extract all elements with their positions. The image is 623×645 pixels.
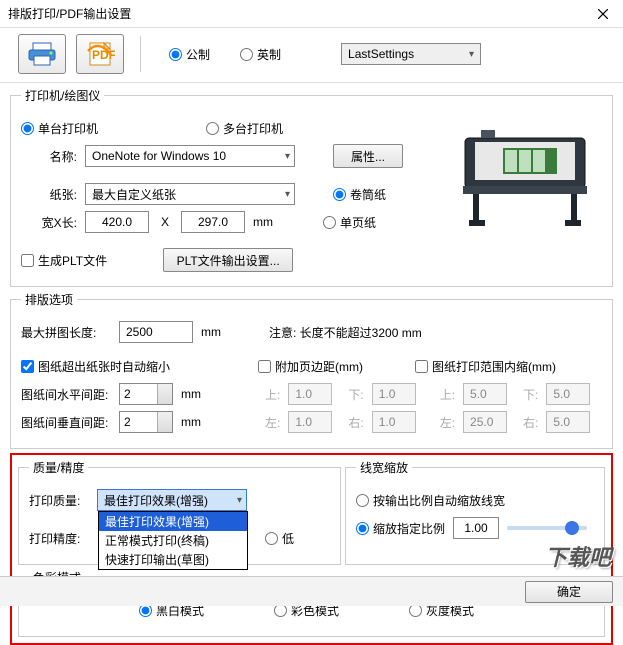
inner-left-label: 左:: [440, 414, 455, 431]
pdf-icon-button[interactable]: PDF: [76, 34, 124, 74]
inner-top-label: 上:: [440, 386, 455, 403]
pdf-icon: PDF: [85, 41, 115, 67]
multi-printer-radio[interactable]: 多台打印机: [206, 120, 283, 137]
printer-name-label: 名称:: [21, 148, 77, 165]
units-metric-label: 公制: [186, 46, 210, 63]
add-margin-checkbox[interactable]: 附加页边距(mm): [258, 358, 363, 375]
wxh-label: 宽X长:: [21, 214, 77, 231]
printer-illustration: [445, 120, 605, 230]
quality-legend: 质量/精度: [29, 459, 88, 476]
toolbar-divider: [140, 36, 141, 72]
footer: 确定: [0, 576, 623, 606]
quality-option-0[interactable]: 最佳打印效果(增强): [99, 512, 247, 531]
mm-label: mm: [253, 215, 273, 229]
layout-legend: 排版选项: [21, 291, 77, 308]
quality-option-1[interactable]: 正常模式打印(终稿): [99, 531, 247, 550]
print-precision-label: 打印精度:: [29, 530, 89, 547]
margin-right-label: 右:: [348, 414, 363, 431]
margin-top-label: 上:: [265, 386, 280, 403]
max-collage-label: 最大拼图长度:: [21, 324, 111, 341]
linewidth-auto-radio[interactable]: 按输出比例自动缩放线宽: [356, 492, 505, 509]
max-collage-note: 注意: 长度不能超过3200 mm: [269, 324, 422, 341]
inner-bottom-label: 下:: [523, 386, 538, 403]
properties-button[interactable]: 属性...: [333, 144, 403, 168]
vspace-label: 图纸间垂直间距:: [21, 414, 111, 431]
inner-shrink-checkbox[interactable]: 图纸打印范围内缩(mm): [415, 358, 556, 375]
units-imperial-label: 英制: [257, 46, 281, 63]
inner-right-label: 右:: [523, 414, 538, 431]
slider-thumb[interactable]: [565, 521, 579, 535]
paper-label: 纸张:: [21, 186, 77, 203]
max-collage-input[interactable]: 2500: [119, 321, 193, 343]
gen-plt-checkbox[interactable]: 生成PLT文件: [21, 252, 107, 269]
window-title: 排版打印/PDF输出设置: [8, 5, 131, 22]
printer-icon: [27, 41, 57, 67]
hspace-label: 图纸间水平间距:: [21, 386, 111, 403]
linewidth-legend: 线宽缩放: [356, 459, 412, 476]
units-imperial-radio[interactable]: 英制: [240, 46, 281, 63]
linewidth-fixed-radio[interactable]: 缩放指定比例: [356, 520, 445, 537]
roll-paper-radio[interactable]: 卷筒纸: [333, 186, 386, 203]
close-button[interactable]: [583, 0, 623, 28]
units-metric-radio[interactable]: 公制: [169, 46, 210, 63]
margin-top-input: 1.0: [288, 383, 332, 405]
printer-name-select[interactable]: OneNote for Windows 10: [85, 145, 295, 167]
plt-settings-button[interactable]: PLT文件输出设置...: [163, 248, 293, 272]
mm-label-3: mm: [181, 387, 201, 401]
margin-left-label: 左:: [265, 414, 280, 431]
quality-group: 质量/精度 打印质量: 最佳打印效果(增强) 最佳打印效果(增强) 正常模式打印…: [18, 459, 341, 565]
highlighted-section: 质量/精度 打印质量: 最佳打印效果(增强) 最佳打印效果(增强) 正常模式打印…: [10, 453, 613, 645]
margin-bottom-label: 下:: [348, 386, 363, 403]
paper-select[interactable]: 最大自定义纸张: [85, 183, 295, 205]
sheet-paper-radio[interactable]: 单页纸: [323, 214, 376, 231]
preset-select[interactable]: LastSettings: [341, 43, 481, 65]
print-quality-label: 打印质量:: [29, 492, 89, 509]
x-label: X: [161, 215, 169, 229]
print-quality-dropdown[interactable]: 最佳打印效果(增强) 正常模式打印(终稿) 快速打印输出(草图): [98, 511, 248, 570]
svg-text:PDF: PDF: [92, 48, 115, 62]
margin-right-input: 1.0: [372, 411, 416, 433]
inner-bottom-input: 5.0: [546, 383, 590, 405]
width-input[interactable]: 420.0: [85, 211, 149, 233]
hspace-spinner[interactable]: 2▲▼: [119, 383, 173, 405]
linewidth-slider[interactable]: [507, 526, 587, 530]
inner-left-input: 25.0: [463, 411, 507, 433]
auto-shrink-checkbox[interactable]: 图纸超出纸张时自动缩小: [21, 358, 170, 375]
height-input[interactable]: 297.0: [181, 211, 245, 233]
inner-right-input: 5.0: [546, 411, 590, 433]
print-icon-button[interactable]: [18, 34, 66, 74]
margin-left-input: 1.0: [288, 411, 332, 433]
vspace-spinner[interactable]: 2▲▼: [119, 411, 173, 433]
mm-label-2: mm: [201, 325, 221, 339]
printer-legend: 打印机/绘图仪: [21, 87, 104, 104]
mm-label-4: mm: [181, 415, 201, 429]
linewidth-ratio-input[interactable]: 1.00: [453, 517, 499, 539]
inner-top-input: 5.0: [463, 383, 507, 405]
ok-button[interactable]: 确定: [525, 581, 613, 603]
precision-low-radio[interactable]: 低: [265, 530, 294, 547]
margin-bottom-input: 1.0: [372, 383, 416, 405]
print-quality-select[interactable]: 最佳打印效果(增强) 最佳打印效果(增强) 正常模式打印(终稿) 快速打印输出(…: [97, 489, 247, 511]
quality-option-2[interactable]: 快速打印输出(草图): [99, 550, 247, 569]
layout-group: 排版选项 最大拼图长度: 2500 mm 注意: 长度不能超过3200 mm 图…: [10, 291, 613, 449]
linewidth-group: 线宽缩放 按输出比例自动缩放线宽 缩放指定比例 1.00: [345, 459, 605, 565]
single-printer-radio[interactable]: 单台打印机: [21, 120, 98, 137]
